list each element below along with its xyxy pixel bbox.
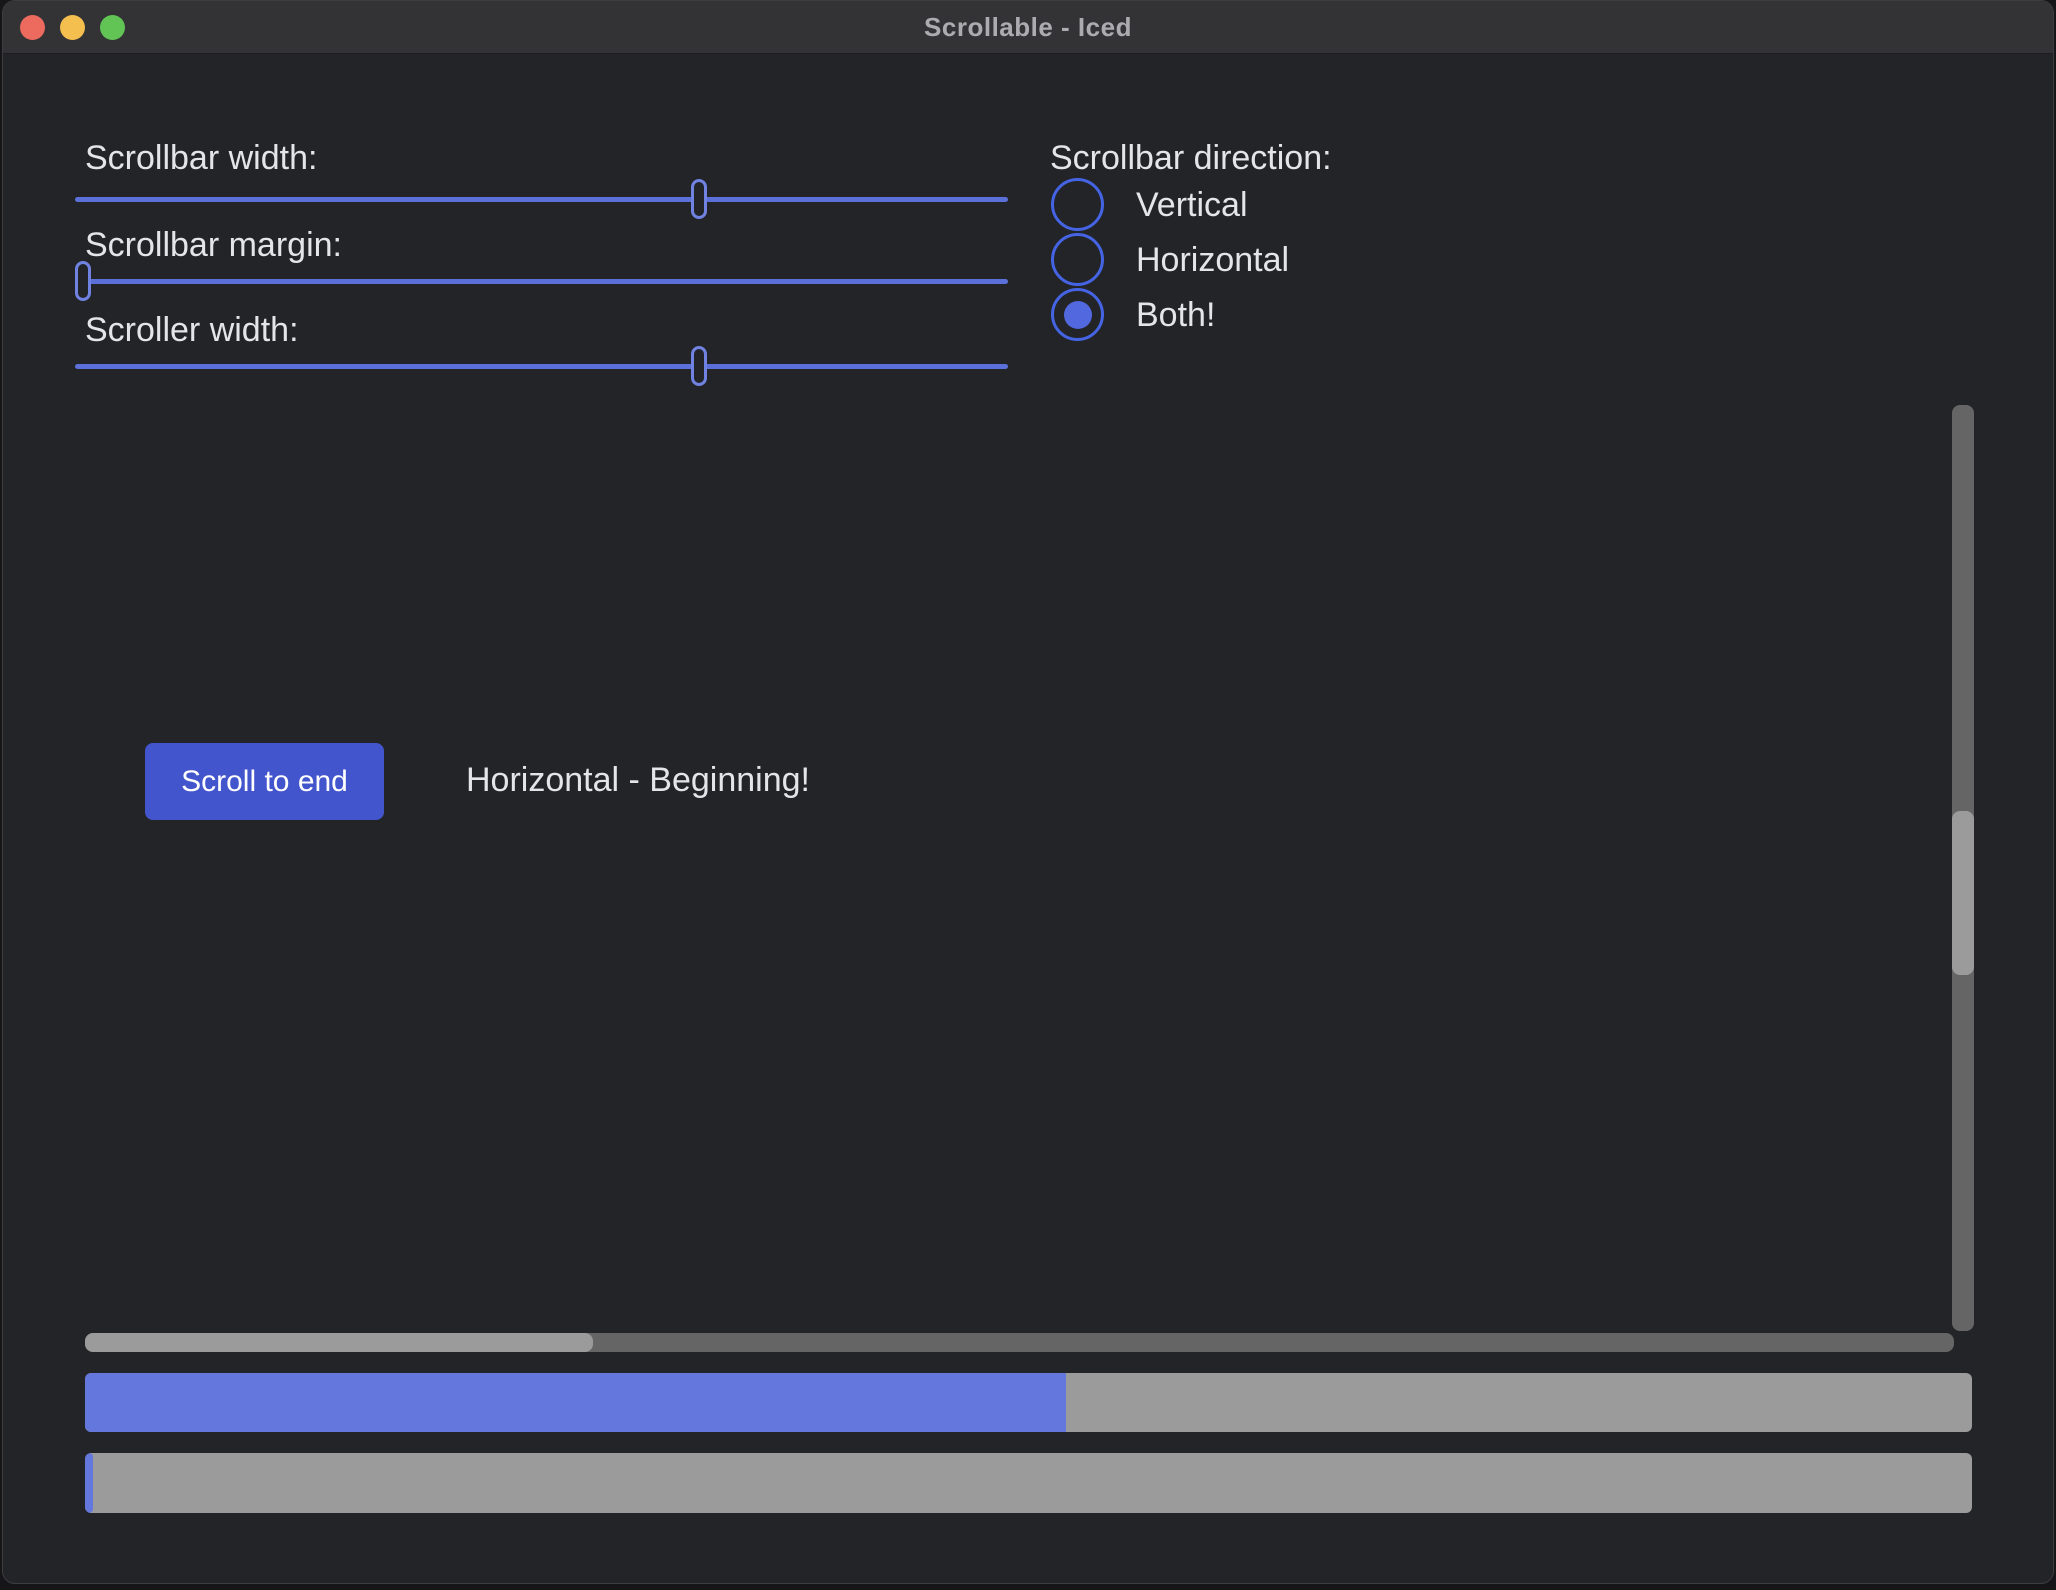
vertical-scroller[interactable] [1952,811,1974,976]
scrollbar-margin-label: Scrollbar margin: [85,225,342,265]
radio-circle-1[interactable] [1051,233,1104,286]
scrollbar-margin-slider[interactable] [75,261,1008,301]
scrollbar-width-label: Scrollbar width: [85,138,317,178]
radio-label: Horizontal [1136,240,1289,280]
radio-dot-icon [1064,301,1092,329]
slider-rail[interactable] [75,279,1008,284]
app-window: Scrollable - Iced Scrollbar width: Scrol… [2,0,2054,1584]
scrollbar-direction-heading: Scrollbar direction: [1050,138,1332,178]
slider-handle-0[interactable] [691,179,707,219]
slider-handle-2[interactable] [691,346,707,386]
scroller-width-slider[interactable] [75,346,1008,386]
radio-option-both[interactable]: Both! [1051,288,1215,341]
progress-fill-0 [85,1373,1066,1432]
scroll-to-end-button[interactable]: Scroll to end [145,743,384,820]
radio-option-horizontal[interactable]: Horizontal [1051,233,1289,286]
horizontal-scroller[interactable] [85,1333,593,1352]
vertical-scrollbar-track[interactable] [1952,405,1974,1331]
horizontal-progress-bar [85,1453,1972,1513]
radio-label: Both! [1136,295,1215,335]
slider-handle-1[interactable] [75,261,91,301]
progress-fill-1 [85,1453,93,1513]
scroller-width-label: Scroller width: [85,310,299,350]
radio-circle-0[interactable] [1051,178,1104,231]
vertical-progress-bar [85,1373,1972,1432]
window-title: Scrollable - Iced [3,1,2053,53]
scrollbar-width-slider[interactable] [75,179,1008,219]
radio-label: Vertical [1136,185,1248,225]
slider-rail[interactable] [75,364,1008,369]
radio-circle-2[interactable] [1051,288,1104,341]
titlebar: Scrollable - Iced [3,1,2053,54]
scroll-status-text: Horizontal - Beginning! [466,760,810,800]
slider-rail[interactable] [75,197,1008,202]
horizontal-scrollbar-track[interactable] [85,1333,1954,1352]
radio-option-vertical[interactable]: Vertical [1051,178,1248,231]
